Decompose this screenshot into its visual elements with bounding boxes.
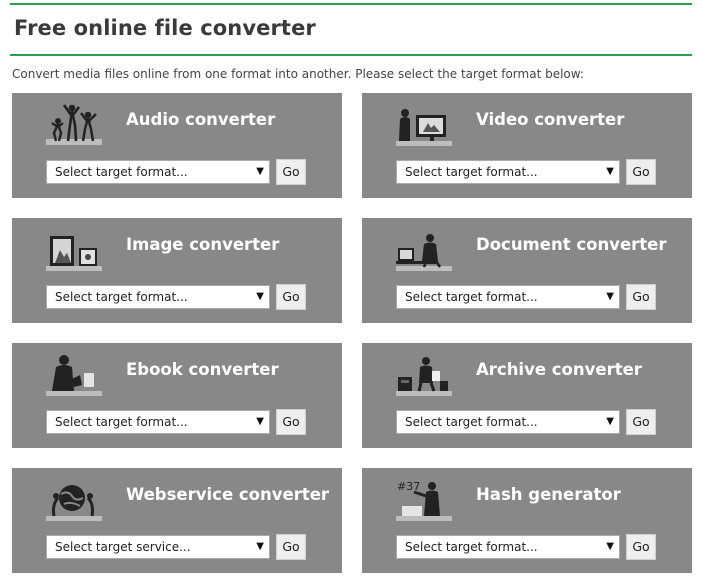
ebook-converter-card: Ebook converter Select target format... … (12, 343, 342, 448)
target-format-select[interactable]: Select target format... ▼ (396, 285, 620, 309)
card-title: Webservice converter (126, 485, 330, 504)
target-service-select[interactable]: Select target service... ▼ (46, 535, 270, 559)
card-title: Archive converter (476, 360, 642, 379)
go-button[interactable]: Go (276, 409, 306, 435)
go-button[interactable]: Go (276, 159, 306, 185)
go-button[interactable]: Go (626, 534, 656, 560)
go-button[interactable]: Go (276, 534, 306, 560)
card-title: Hash generator (476, 485, 621, 504)
document-desk-icon (396, 234, 452, 271)
select-value: Select target format... (405, 540, 538, 554)
header-bottom-rule (10, 54, 692, 56)
archive-boxes-icon (396, 357, 452, 396)
go-button[interactable]: Go (626, 409, 656, 435)
dropdown-arrow-icon: ▼ (606, 416, 614, 427)
document-converter-card: Document converter Select target format.… (362, 218, 692, 323)
ebook-reader-icon (46, 355, 102, 396)
target-format-select[interactable]: Select target format... ▼ (396, 160, 620, 184)
dropdown-arrow-icon: ▼ (256, 541, 264, 552)
hash-writer-icon: #37 (396, 480, 452, 521)
webservice-converter-card: Webservice converter Select target servi… (12, 468, 342, 573)
dropdown-arrow-icon: ▼ (256, 291, 264, 302)
card-title: Audio converter (126, 110, 276, 129)
target-format-select[interactable]: Select target format... ▼ (46, 160, 270, 184)
page-title: Free online file converter (14, 16, 316, 40)
select-value: Select target format... (55, 165, 188, 179)
go-button[interactable]: Go (626, 284, 656, 310)
card-title: Ebook converter (126, 360, 279, 379)
video-screen-icon (396, 109, 452, 146)
audio-converter-card: Audio converter Select target format... … (12, 93, 342, 198)
target-format-select[interactable]: Select target format... ▼ (46, 410, 270, 434)
target-format-select[interactable]: Select target format... ▼ (46, 285, 270, 309)
archive-converter-card: Archive converter Select target format..… (362, 343, 692, 448)
select-value: Select target format... (405, 290, 538, 304)
video-converter-card: Video converter Select target format... … (362, 93, 692, 198)
dropdown-arrow-icon: ▼ (606, 291, 614, 302)
webservice-globe-icon (46, 485, 102, 521)
go-button[interactable]: Go (276, 284, 306, 310)
select-value: Select target format... (55, 290, 188, 304)
dropdown-arrow-icon: ▼ (256, 416, 264, 427)
image-converter-card: Image converter Select target format... … (12, 218, 342, 323)
audio-people-icon (46, 104, 102, 145)
select-value: Select target format... (55, 415, 188, 429)
svg-text:#37: #37 (397, 480, 420, 493)
target-format-select[interactable]: Select target format... ▼ (396, 535, 620, 559)
select-value: Select target format... (405, 415, 538, 429)
dropdown-arrow-icon: ▼ (606, 541, 614, 552)
header-top-rule (10, 3, 692, 5)
image-frames-icon (46, 236, 102, 271)
target-format-select[interactable]: Select target format... ▼ (396, 410, 620, 434)
dropdown-arrow-icon: ▼ (256, 166, 264, 177)
intro-text: Convert media files online from one form… (12, 67, 584, 81)
hash-generator-card: #37 Hash generator Select target format.… (362, 468, 692, 573)
card-title: Document converter (476, 235, 667, 254)
go-button[interactable]: Go (626, 159, 656, 185)
card-title: Image converter (126, 235, 280, 254)
select-value: Select target service... (55, 540, 191, 554)
dropdown-arrow-icon: ▼ (606, 166, 614, 177)
select-value: Select target format... (405, 165, 538, 179)
card-title: Video converter (476, 110, 625, 129)
